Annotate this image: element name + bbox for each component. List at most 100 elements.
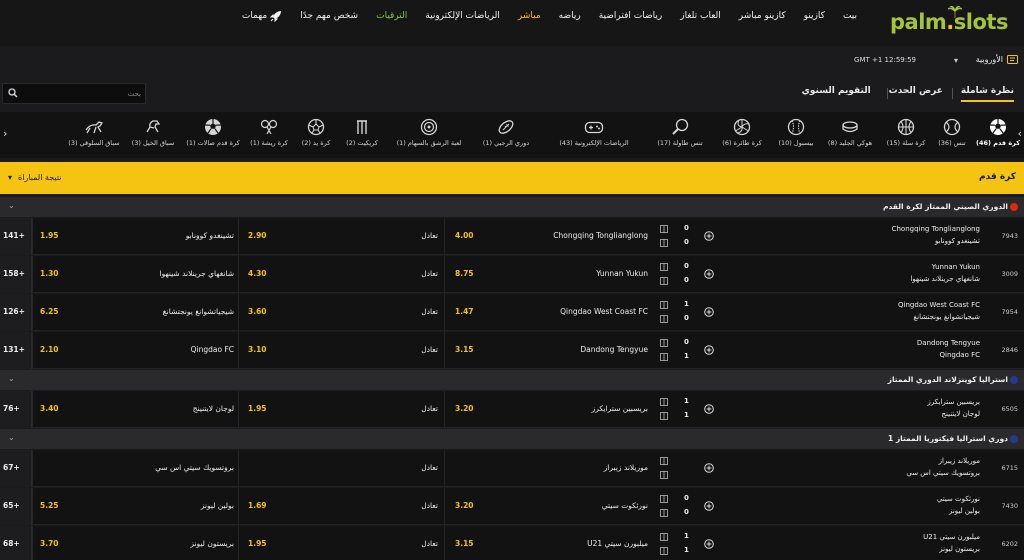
tab-overview[interactable]: نظرة شاملة	[960, 86, 1015, 102]
market-label: نتيجة المباراة	[18, 173, 62, 182]
league-header[interactable]: استراليا كوينزلاند الدوري الممتاز ⌄	[0, 370, 1024, 390]
home-team: ميلبورن سيتي U21	[923, 533, 980, 541]
event-teams[interactable]: نورثكوت سيتي بولين ليونز	[830, 493, 980, 517]
more-markets-button[interactable]: 131+	[0, 332, 32, 369]
add-to-favorites[interactable]	[704, 231, 714, 243]
nav-esports[interactable]: الرياضات الإلكترونية	[416, 9, 509, 23]
sport-label: دوري الرجبي (1)	[482, 139, 530, 147]
add-to-favorites[interactable]	[704, 345, 714, 357]
event-row: 6505 بريسبين سترايكرز لوجان لايتنينج 1 1 بريس…	[0, 391, 1024, 428]
add-to-favorites[interactable]	[704, 404, 714, 416]
chevron-left-icon[interactable]: ‹	[3, 127, 7, 140]
sport-basketball[interactable]: كرة سلة (15)	[884, 118, 928, 154]
more-markets-button[interactable]: 76+	[0, 391, 32, 428]
darts-target-icon	[420, 118, 438, 136]
market-select[interactable]: نتيجة المباراة ▾	[8, 173, 61, 182]
event-teams[interactable]: ميلبورن سيتي U21 بريستون ليونز	[830, 531, 980, 555]
chevron-right-icon[interactable]: ›	[1018, 127, 1022, 140]
nav-casino[interactable]: كازينو	[795, 9, 834, 23]
event-teams[interactable]: Chongqing Tonglianglong تشينغدو كوونابو	[830, 223, 980, 247]
sport-tennis[interactable]: تنس (36)	[934, 118, 970, 154]
more-markets-button[interactable]: 68+	[0, 526, 32, 560]
add-to-favorites[interactable]	[704, 539, 714, 551]
outcome-name: شيجياتشوانغ يونجتشانغ	[162, 307, 234, 316]
palm-tree-icon	[948, 6, 962, 18]
sport-baseball[interactable]: بيسبول (10)	[774, 118, 818, 154]
add-to-favorites[interactable]	[704, 269, 714, 281]
search-icon[interactable]	[8, 88, 18, 98]
view-tabs: نظرة شاملة عرض الحدث التقويم السنوي	[802, 86, 1015, 102]
chevron-down-icon[interactable]: ⌄	[8, 374, 15, 383]
nav-virtual-sports[interactable]: رياضات افتراضية	[590, 9, 671, 23]
sport-badminton[interactable]: كرة ريشة (1)	[248, 118, 290, 154]
sport-volleyball[interactable]: كرة طائرة (6)	[716, 118, 768, 154]
home-score-line	[660, 454, 694, 468]
chevron-down-icon[interactable]: ▾	[954, 56, 958, 65]
add-to-favorites[interactable]	[704, 307, 714, 319]
nav-sports[interactable]: رياضه	[550, 9, 590, 23]
more-markets-button[interactable]: 65+	[0, 488, 32, 525]
chevron-down-icon[interactable]: ⌄	[8, 433, 15, 442]
more-markets-button[interactable]: 126+	[0, 294, 32, 331]
sport-ice-hockey[interactable]: هوكي الجليد (8)	[822, 118, 878, 154]
sport-label: هوكي الجليد (8)	[827, 139, 873, 147]
plus-circle-icon	[704, 231, 714, 241]
event-teams[interactable]: Qingdao West Coast FC شيجياتشوانغ يونجتشا…	[830, 299, 980, 323]
cell-divider	[32, 294, 33, 331]
outcome-name: تعادل	[421, 404, 438, 413]
league-header[interactable]: دوري استراليا فيكتوريا الممتاز 1 ⌄	[0, 429, 1024, 449]
tab-calendar[interactable]: التقويم السنوي	[802, 86, 871, 102]
outcome-name: تعادل	[421, 307, 438, 316]
cell-divider	[238, 294, 239, 331]
sport-darts[interactable]: لعبة الرشق بالسهام (1)	[388, 118, 470, 154]
more-markets-count: 131+	[3, 345, 25, 354]
soccer-ball-icon	[989, 119, 1007, 135]
nav-home[interactable]: بيت	[834, 9, 866, 23]
home-score: 0	[684, 494, 689, 502]
sport-futsal[interactable]: كرة قدم صالات (1)	[184, 118, 242, 154]
home-score-line: 0	[660, 336, 694, 350]
nav-puzzle-games[interactable]: العاب تلغاز	[671, 9, 730, 23]
palmslots-logo[interactable]: palm.slots	[890, 6, 1018, 36]
outcome-name: تعادل	[421, 269, 438, 278]
more-markets-button[interactable]: 158+	[0, 256, 32, 293]
sport-esports[interactable]: الرياضات الإلكترونية (43)	[542, 118, 646, 154]
nav-missions[interactable]: مهمات	[233, 9, 291, 23]
more-markets-button[interactable]: 67+	[0, 450, 32, 487]
cell-divider	[32, 391, 33, 428]
scoreboard-icon	[660, 315, 668, 323]
league-header[interactable]: الدوري الصيني الممتاز لكرة القدم ⌄	[0, 197, 1024, 217]
sport-label: تنس (36)	[938, 139, 966, 147]
sport-soccer[interactable]: كرة قدم (46)	[976, 118, 1020, 154]
nav-promotions[interactable]: الترقيات	[367, 9, 416, 23]
sport-handball[interactable]: كرة يد (2)	[296, 118, 336, 154]
odds-value: 6.25	[40, 307, 59, 316]
add-to-favorites[interactable]	[704, 501, 714, 513]
add-to-favorites[interactable]	[704, 463, 714, 475]
nav-live[interactable]: مباشر	[509, 9, 550, 23]
away-team: بريستون ليونز	[939, 545, 980, 553]
country-flag-icon	[1010, 435, 1018, 443]
event-teams[interactable]: Yunnan Yukun شانغهاي جرينلاند شينهوا	[830, 261, 980, 285]
event-teams[interactable]: Dandong Tengyue Qingdao FC	[830, 337, 980, 361]
outcome-name: شانغهاي جرينلاند شينهوا	[159, 269, 234, 278]
sport-greyhound-racing[interactable]: سباق السلوقي (3)	[64, 118, 124, 154]
tab-event-view[interactable]: عرض الحدث	[889, 86, 943, 102]
sport-table-tennis[interactable]: تنس طاولة (17)	[652, 118, 708, 154]
section-header: كرة قدم نتيجة المباراة ▾	[0, 162, 1024, 194]
nav-live-casino[interactable]: كازينو مباشر	[730, 9, 795, 23]
sport-rugby[interactable]: دوري الرجبي (1)	[478, 118, 534, 154]
search-input[interactable]	[23, 86, 141, 102]
more-markets-count: 67+	[3, 463, 20, 472]
outcome-name: Dandong Tengyue	[580, 345, 648, 354]
more-markets-button[interactable]: 141+	[0, 218, 32, 255]
chevron-down-icon[interactable]: ⌄	[8, 201, 15, 210]
event-teams[interactable]: بريسبين سترايكرز لوجان لايتنينج	[830, 396, 980, 420]
sport-cricket[interactable]: كريكيت (2)	[342, 118, 382, 154]
event-teams[interactable]: موريلاند زيبراز بروتسويك سيتي اس سي	[830, 455, 980, 479]
more-markets-count: 141+	[3, 231, 25, 240]
odds-format-select[interactable]: الأوروبية	[976, 55, 1018, 64]
tab-divider	[887, 88, 888, 99]
nav-vip[interactable]: شخص مهم جدًا	[291, 9, 367, 23]
sport-horse-racing[interactable]: سباق الخيل (3)	[130, 118, 176, 154]
